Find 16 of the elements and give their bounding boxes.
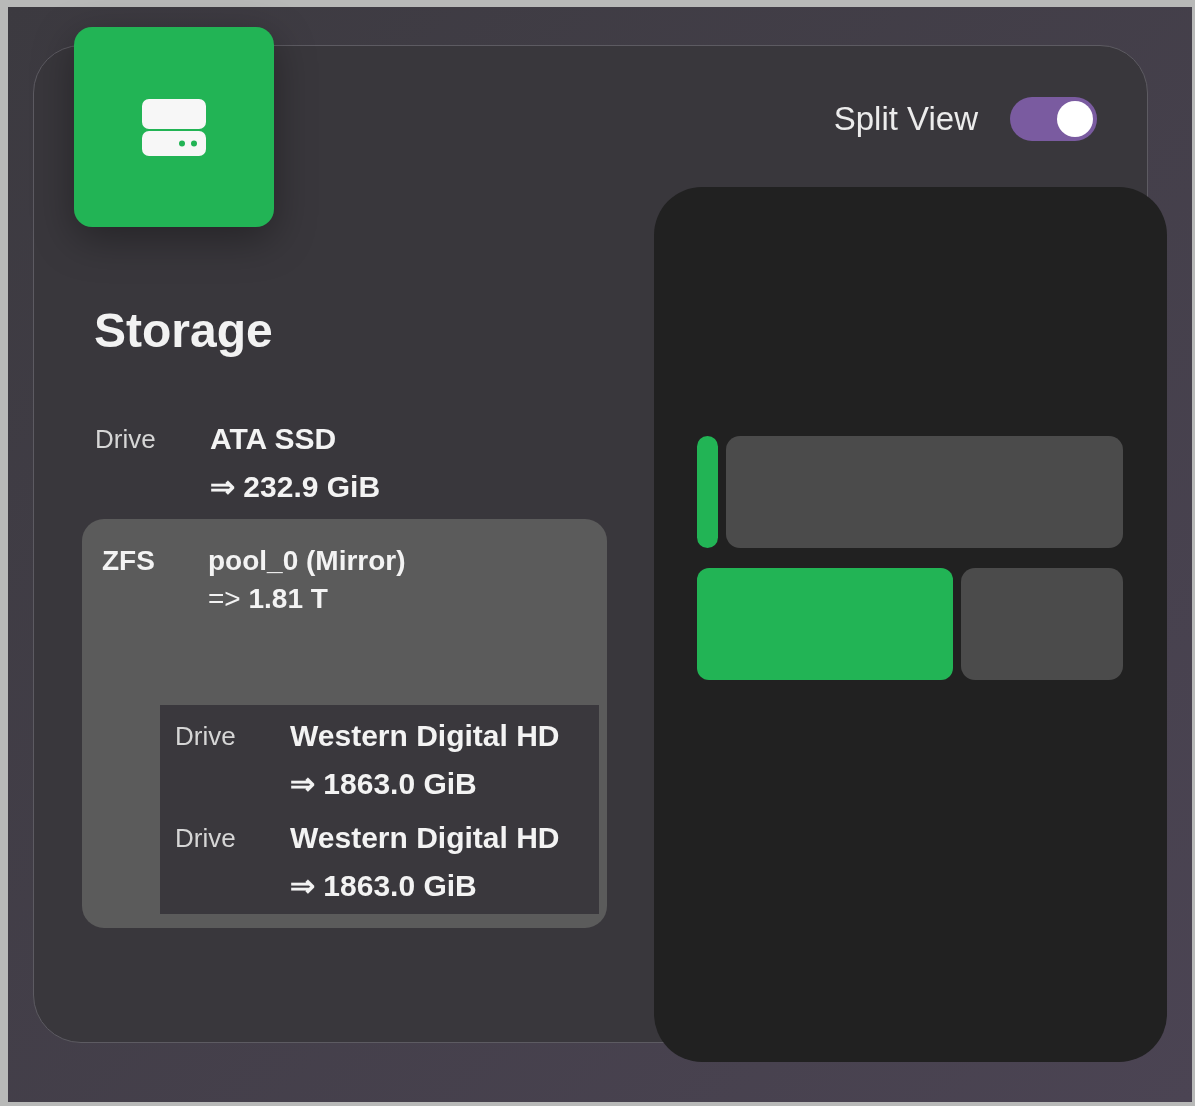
drive-type-label: Drive <box>175 822 236 855</box>
storage-heading: Storage <box>94 307 273 355</box>
drive-size: ⇒ 1863.0 GiB <box>290 766 477 802</box>
drive-name: Western Digital HD <box>290 820 560 856</box>
drive-size: ⇒ 1863.0 GiB <box>290 868 477 904</box>
drive-icon <box>74 27 274 227</box>
pool-size: => 1.81 T <box>208 582 328 616</box>
split-view-label: Split View <box>833 99 978 139</box>
drive-name: Western Digital HD <box>290 718 560 754</box>
split-view-toggle[interactable] <box>1010 97 1097 141</box>
drive-name: ATA SSD <box>210 421 337 457</box>
pool-name: pool_0 (Mirror) <box>208 544 406 578</box>
drive-size: ⇒ 232.9 GiB <box>210 469 381 505</box>
pool-type-label: ZFS <box>102 544 155 578</box>
drive-type-label: Drive <box>95 423 156 456</box>
drive-type-label: Drive <box>175 720 236 753</box>
